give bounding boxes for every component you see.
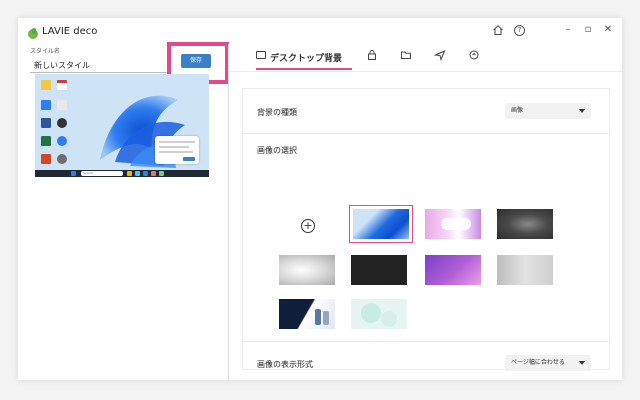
display-format-label: 画像の表示形式 <box>257 360 313 369</box>
close-button[interactable]: ✕ <box>600 22 616 38</box>
figure-shape <box>315 309 321 325</box>
thumbnail-silver-gradient[interactable] <box>497 255 553 285</box>
style-name-label: スタイル名 <box>30 48 61 55</box>
thumbnail-light-gray-orb[interactable] <box>279 255 335 285</box>
word-desktop-icon <box>41 118 51 128</box>
taskbar-app-icon <box>127 171 132 176</box>
settings-panel: 背景の種類 画像 画像の選択 + 画像の表示形式 ページ幅に合わせる <box>242 88 610 371</box>
style-name-input[interactable] <box>30 58 178 73</box>
image-selection-label: 画像の選択 <box>257 146 297 155</box>
taskbar-search: Search <box>81 171 123 176</box>
chevron-down-icon <box>579 109 585 113</box>
send-icon[interactable] <box>432 49 448 73</box>
dialog-button <box>183 157 195 161</box>
chevron-down-icon <box>579 361 585 365</box>
taskbar-app-icon <box>151 171 156 176</box>
monitor-icon <box>256 51 266 59</box>
figure-shape <box>323 311 329 325</box>
thumbnail-black-solid[interactable] <box>351 255 407 285</box>
app-title: LAVIE deco <box>42 26 98 37</box>
maximize-button[interactable]: ▫ <box>580 22 596 38</box>
add-image-button[interactable]: + <box>301 219 315 233</box>
thumbnail-windows-bloom-blue[interactable] <box>349 205 413 243</box>
section-divider <box>243 341 609 342</box>
thumbnail-purple-gradient[interactable] <box>425 255 481 285</box>
circle-shape <box>361 303 381 323</box>
display-format-dropdown[interactable]: ページ幅に合わせる <box>505 355 591 371</box>
tab-label: デスクトップ背景 <box>270 54 343 64</box>
title-bar: LAVIE deco ? – ▫ ✕ <box>18 18 622 44</box>
dialog-line <box>159 151 193 153</box>
preview-dialog <box>155 136 199 164</box>
settings-desktop-icon <box>57 154 67 164</box>
dialog-line <box>159 141 195 143</box>
sound-icon[interactable] <box>466 49 482 73</box>
circle-shape <box>381 311 397 327</box>
desktop-preview: Search <box>35 74 209 177</box>
minimize-button[interactable]: – <box>560 22 576 38</box>
lock-screen-icon[interactable] <box>364 49 380 73</box>
plus-icon: + <box>303 219 313 232</box>
taskbar-app-icon <box>135 171 140 176</box>
app-window: LAVIE deco ? – ▫ ✕ スタイル名 保存 <box>18 18 622 380</box>
taskbar-app-icon <box>143 171 148 176</box>
background-type-value: 画像 <box>511 107 524 114</box>
display-format-value: ページ幅に合わせる <box>511 359 565 366</box>
app-desktop-icon <box>41 100 51 110</box>
save-button[interactable]: 保存 <box>181 54 211 68</box>
media-desktop-icon <box>57 118 67 128</box>
excel-desktop-icon <box>41 136 51 146</box>
thumbnail-dark-diagonal-illustration[interactable] <box>279 299 335 329</box>
powerpoint-desktop-icon <box>41 154 51 164</box>
background-type-dropdown[interactable]: 画像 <box>505 103 591 119</box>
preview-taskbar: Search <box>35 170 209 177</box>
start-icon <box>71 171 76 176</box>
folder-desktop-icon <box>41 80 51 90</box>
active-tab-underline <box>256 68 352 70</box>
taskbar-app-icon <box>159 171 164 176</box>
thumbnail-image <box>353 209 409 239</box>
file-desktop-icon <box>57 100 67 110</box>
thumbnail-dark-gray-orb[interactable] <box>497 209 553 239</box>
tabs-divider <box>229 71 622 72</box>
help-glyph: ? <box>517 26 522 34</box>
tab-desktop-background[interactable]: デスクトップ背景 <box>256 46 352 70</box>
home-icon[interactable] <box>492 24 504 36</box>
panel-divider <box>228 44 229 380</box>
orb-shape <box>441 218 471 230</box>
app-logo-icon <box>28 28 38 39</box>
thumbnail-pink-gradient-orb[interactable] <box>425 209 481 239</box>
background-type-label: 背景の種類 <box>257 108 297 117</box>
help-icon[interactable]: ? <box>514 25 525 36</box>
section-divider <box>243 133 609 134</box>
dialog-line <box>159 146 189 148</box>
folder-icon[interactable] <box>398 49 414 73</box>
pdf-desktop-icon <box>57 80 67 90</box>
thumbnail-mint-pastel-circles[interactable] <box>351 299 407 329</box>
circle-desktop-icon <box>57 136 67 146</box>
